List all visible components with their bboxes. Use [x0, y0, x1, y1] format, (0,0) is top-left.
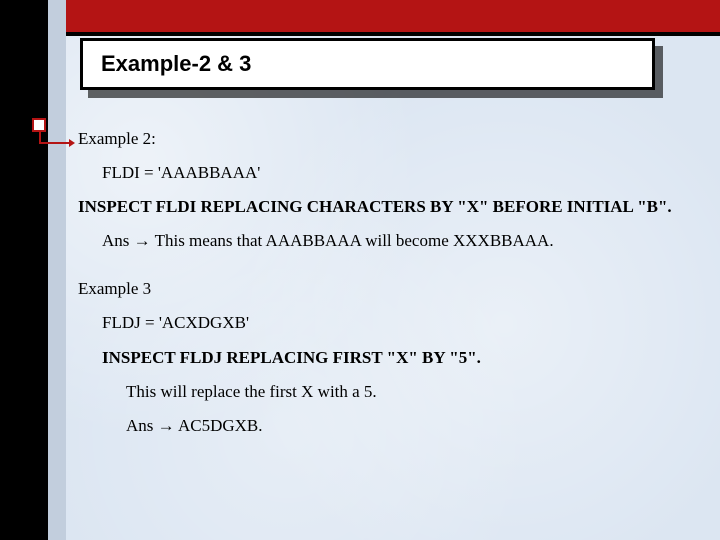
example2-code-text: INSPECT FLDI REPLACING CHARACTERS BY "X"… [78, 197, 672, 216]
example3-explain: This will replace the first X with a 5. [78, 381, 688, 403]
left-sidebar-stripe [0, 0, 66, 540]
slide-body: Example 2: FLDI = 'AAABBAAA' INSPECT FLD… [78, 128, 688, 449]
example2-fldi: FLDI = 'AAABBAAA' [78, 162, 688, 184]
bullet-arrow-icon [39, 142, 69, 144]
example3-fldj: FLDJ = 'ACXDGXB' [78, 312, 688, 334]
slide-title: Example-2 & 3 [101, 51, 251, 77]
top-accent-bar [0, 0, 720, 32]
example2-answer: Ans → This means that AAABBAAA will beco… [78, 230, 688, 252]
slide-title-box: Example-2 & 3 [80, 38, 655, 90]
horizontal-rule [0, 32, 720, 36]
example2-code: INSPECT FLDI REPLACING CHARACTERS BY "X"… [78, 196, 688, 218]
example2-heading: Example 2: [78, 128, 688, 150]
example3-answer: Ans → AC5DGXB. [78, 415, 688, 437]
example3-heading: Example 3 [78, 278, 688, 300]
bullet-square-icon [32, 118, 46, 132]
example3-code: INSPECT FLDJ REPLACING FIRST "X" BY "5". [78, 347, 688, 369]
